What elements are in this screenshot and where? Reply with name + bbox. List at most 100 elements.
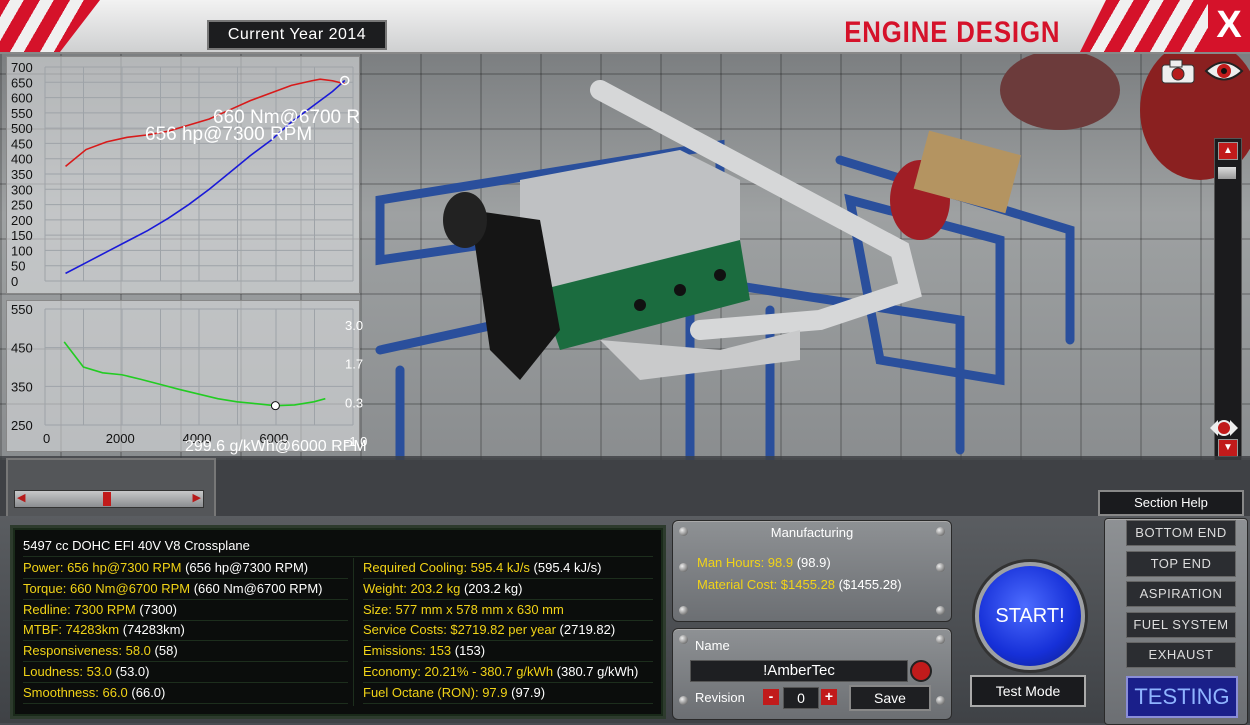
y-tick-label: 650 (11, 75, 33, 90)
stat-label: Emissions: 153 (363, 643, 452, 659)
man-hours-value: (98.9) (793, 555, 831, 570)
manufacturing-title: Manufacturing (770, 525, 854, 540)
power-peak-annotation: 656 hp@7300 RPM (145, 124, 312, 145)
stat-label: Service Costs: $2719.82 per year (363, 622, 556, 638)
stat-row: Redline: 7300 RPM (7300) (23, 600, 348, 621)
stat-row: MTBF: 74283km (74283km) (23, 620, 348, 642)
stat-row: Loudness: 53.0 (53.0) (23, 662, 348, 683)
close-button[interactable]: X (1208, 0, 1250, 52)
material-cost-value: ($1455.28) (835, 577, 902, 592)
reset-view-icon[interactable] (1206, 414, 1242, 442)
stat-value: (97.9) (507, 684, 546, 700)
y-tick-label: 700 (11, 60, 33, 75)
y-tick-label: 250 (11, 418, 33, 433)
header-bar (0, 0, 1250, 54)
stat-label: Redline: 7300 RPM (23, 601, 136, 617)
stat-value: (595.4 kJ/s) (529, 560, 602, 575)
slider-right-arrow-icon[interactable]: ▶ (193, 491, 201, 504)
stat-row: Size: 577 mm x 578 mm x 630 mm (363, 600, 653, 621)
page-title: ENGINE DESIGN (843, 16, 1060, 49)
stat-label: MTBF: 74283km (23, 622, 120, 638)
stat-value: (53.0) (111, 664, 150, 679)
series-line-economy (63, 341, 326, 407)
y-tick-label: 500 (11, 121, 33, 136)
slider-left-arrow-icon[interactable]: ◀ (17, 491, 25, 504)
stat-value: (7300) (135, 601, 177, 617)
tab-aspiration[interactable]: ASPIRATION (1126, 581, 1236, 607)
name-input[interactable]: !AmberTec (690, 660, 908, 682)
section-help-button[interactable]: Section Help (1098, 490, 1244, 516)
view-scrollbar[interactable]: ▲ ▼ (1214, 138, 1242, 460)
right-tick-label: 3.0 (345, 318, 363, 333)
save-button[interactable]: Save (849, 685, 931, 711)
stat-value: (66.0) (127, 684, 166, 700)
x-tick-label: 0 (43, 431, 50, 446)
power-torque-plot: 7006506005505004504003503002502001501005… (11, 60, 359, 289)
current-year-label: Current Year 2014 (207, 20, 387, 50)
power-torque-graph: 700 650 600 550 500 450 400 350 300 250 200 150 100 5… (6, 56, 360, 294)
name-label: Name (695, 638, 730, 653)
stat-value: (380.7 g/kWh) (553, 664, 639, 679)
revision-label: Revision (695, 690, 745, 705)
stat-row: Power: 656 hp@7300 RPM (656 hp@7300 RPM) (23, 558, 348, 579)
stat-label: Torque: 660 Nm@6700 RPM (23, 580, 191, 596)
stat-row: Torque: 660 Nm@6700 RPM (660 Nm@6700 RPM… (23, 579, 348, 600)
y-tick-label: 600 (11, 91, 33, 106)
revision-minus-button[interactable]: - (763, 689, 779, 705)
stat-row: Smoothness: 66.0 (66.0) (23, 683, 348, 704)
y-tick-label: 50 (11, 259, 25, 274)
y-tick-label: 100 (11, 243, 33, 258)
stat-value: (203.2 kg) (460, 580, 523, 596)
stats-divider (353, 558, 354, 706)
stat-row: Service Costs: $2719.82 per year (2719.8… (363, 620, 653, 642)
economy-plot: 5504503502503.01.70.3-1.00 2000 4000 600029… (11, 302, 367, 455)
engine-stats-panel: 5497 cc DOHC EFI 40V V8 Crossplane Power… (10, 525, 666, 719)
randomize-name-icon[interactable] (910, 660, 932, 682)
economy-annotation: 299.6 g/kWh@6000 RPM (185, 438, 367, 455)
stat-row: Economy: 20.21% - 380.7 g/kWh (380.7 g/k… (363, 662, 653, 683)
test-mode-button[interactable]: Test Mode (970, 675, 1086, 707)
slider-panel (6, 458, 216, 518)
rotation-slider[interactable]: ◀ ▶ (14, 490, 204, 508)
tab-exhaust[interactable]: EXHAUST (1126, 642, 1236, 668)
economy-graph: 550 450 350 250 3.0 1.7 0.3 -1.0 0 2000 4000 6000 29… (6, 300, 367, 455)
start-button[interactable]: START! (975, 562, 1085, 670)
tab-bottom-end[interactable]: BOTTOM END (1126, 520, 1236, 546)
slider-thumb[interactable] (103, 492, 111, 506)
man-hours: Man Hours: 98.9 (98.9) (697, 555, 831, 570)
eye-icon[interactable] (1204, 58, 1244, 84)
y-tick-label: 450 (11, 136, 33, 151)
material-cost-label: Material Cost: $1455.28 (697, 577, 836, 592)
y-tick-label: 200 (11, 213, 33, 228)
stat-label: Power: 656 hp@7300 RPM (23, 560, 182, 575)
tab-testing[interactable]: TESTING (1126, 676, 1238, 718)
stat-label: Economy: 20.21% - 380.7 g/kWh (363, 664, 554, 679)
y-tick-label: 350 (11, 379, 33, 394)
stat-value: (153) (451, 643, 486, 659)
header-stripes-left (0, 0, 100, 52)
y-tick-label: 300 (11, 182, 33, 197)
tab-top-end[interactable]: TOP END (1126, 550, 1236, 577)
stat-value: (74283km) (119, 622, 185, 638)
naming-panel: Name !AmberTec Revision - 0 + Save (672, 628, 952, 720)
stat-label: Fuel Octane (RON): 97.9 (363, 684, 508, 700)
scroll-thumb[interactable] (1218, 167, 1236, 179)
stat-value: (660 Nm@6700 RPM) (190, 580, 323, 596)
camera-icon[interactable] (1160, 58, 1196, 84)
stat-row: Weight: 203.2 kg (203.2 kg) (363, 579, 653, 600)
tab-fuel-system[interactable]: FUEL SYSTEM (1126, 611, 1236, 638)
stat-row: Emissions: 153 (153) (363, 641, 653, 663)
stat-row: Required Cooling: 595.4 kJ/s (595.4 kJ/s… (363, 558, 653, 579)
scroll-up-arrow-icon[interactable]: ▲ (1218, 142, 1238, 160)
right-tick-label: 0.3 (345, 395, 363, 410)
x-tick-label: 2000 (106, 431, 135, 446)
y-tick-label: 550 (11, 106, 33, 121)
revision-value: 0 (783, 687, 819, 709)
revision-plus-button[interactable]: + (821, 689, 837, 705)
y-tick-label: 450 (11, 341, 33, 356)
stat-value: (656 hp@7300 RPM) (181, 560, 309, 575)
engine-3d-viewport[interactable]: 700 650 600 550 500 450 400 350 300 250 200 150 100 5… (0, 50, 1250, 460)
stat-label: Smoothness: 66.0 (23, 684, 128, 700)
y-tick-label: 350 (11, 167, 33, 182)
stat-label: Responsiveness: 58.0 (23, 643, 151, 659)
